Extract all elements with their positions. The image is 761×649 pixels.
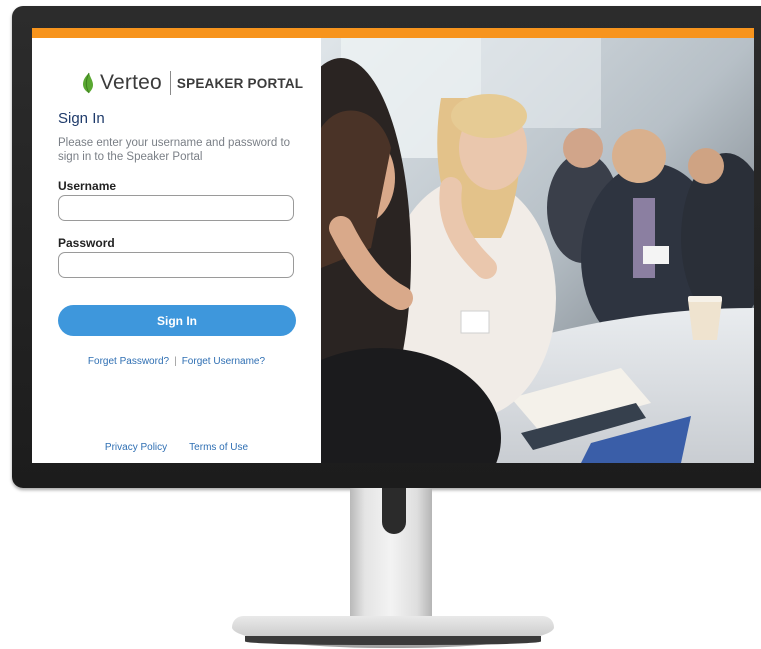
legal-links: Privacy Policy Terms of Use bbox=[32, 442, 321, 453]
monitor-stand-slot bbox=[382, 488, 406, 534]
monitor-stand-base-edge bbox=[245, 636, 541, 645]
username-label: Username bbox=[58, 179, 117, 193]
monitor-screen-frame: Verteo SPEAKER PORTAL Sign In Please ent… bbox=[12, 6, 761, 488]
username-input[interactable] bbox=[58, 195, 294, 221]
login-panel: Verteo SPEAKER PORTAL Sign In Please ent… bbox=[32, 38, 321, 463]
password-input[interactable] bbox=[58, 252, 294, 278]
signin-title: Sign In bbox=[58, 110, 105, 127]
forgot-username-link[interactable]: Forget Username? bbox=[182, 356, 265, 367]
signin-description: Please enter your username and password … bbox=[58, 137, 291, 163]
link-divider: | bbox=[174, 356, 177, 367]
forgot-links: Forget Password? | Forget Username? bbox=[32, 356, 321, 367]
forgot-password-link[interactable]: Forget Password? bbox=[88, 356, 169, 367]
conference-photo bbox=[321, 38, 754, 463]
privacy-policy-link[interactable]: Privacy Policy bbox=[105, 442, 167, 453]
brand-name: Verteo bbox=[100, 71, 162, 94]
brand-divider bbox=[169, 71, 171, 95]
password-label: Password bbox=[58, 236, 115, 250]
signin-button[interactable]: Sign In bbox=[58, 305, 296, 336]
leaf-icon bbox=[83, 72, 94, 94]
accent-bar bbox=[32, 28, 754, 38]
screen: Verteo SPEAKER PORTAL Sign In Please ent… bbox=[32, 28, 754, 463]
portal-name: SPEAKER PORTAL bbox=[176, 75, 304, 91]
brand-logo: Verteo SPEAKER PORTAL bbox=[80, 70, 303, 96]
terms-of-use-link[interactable]: Terms of Use bbox=[189, 442, 248, 453]
